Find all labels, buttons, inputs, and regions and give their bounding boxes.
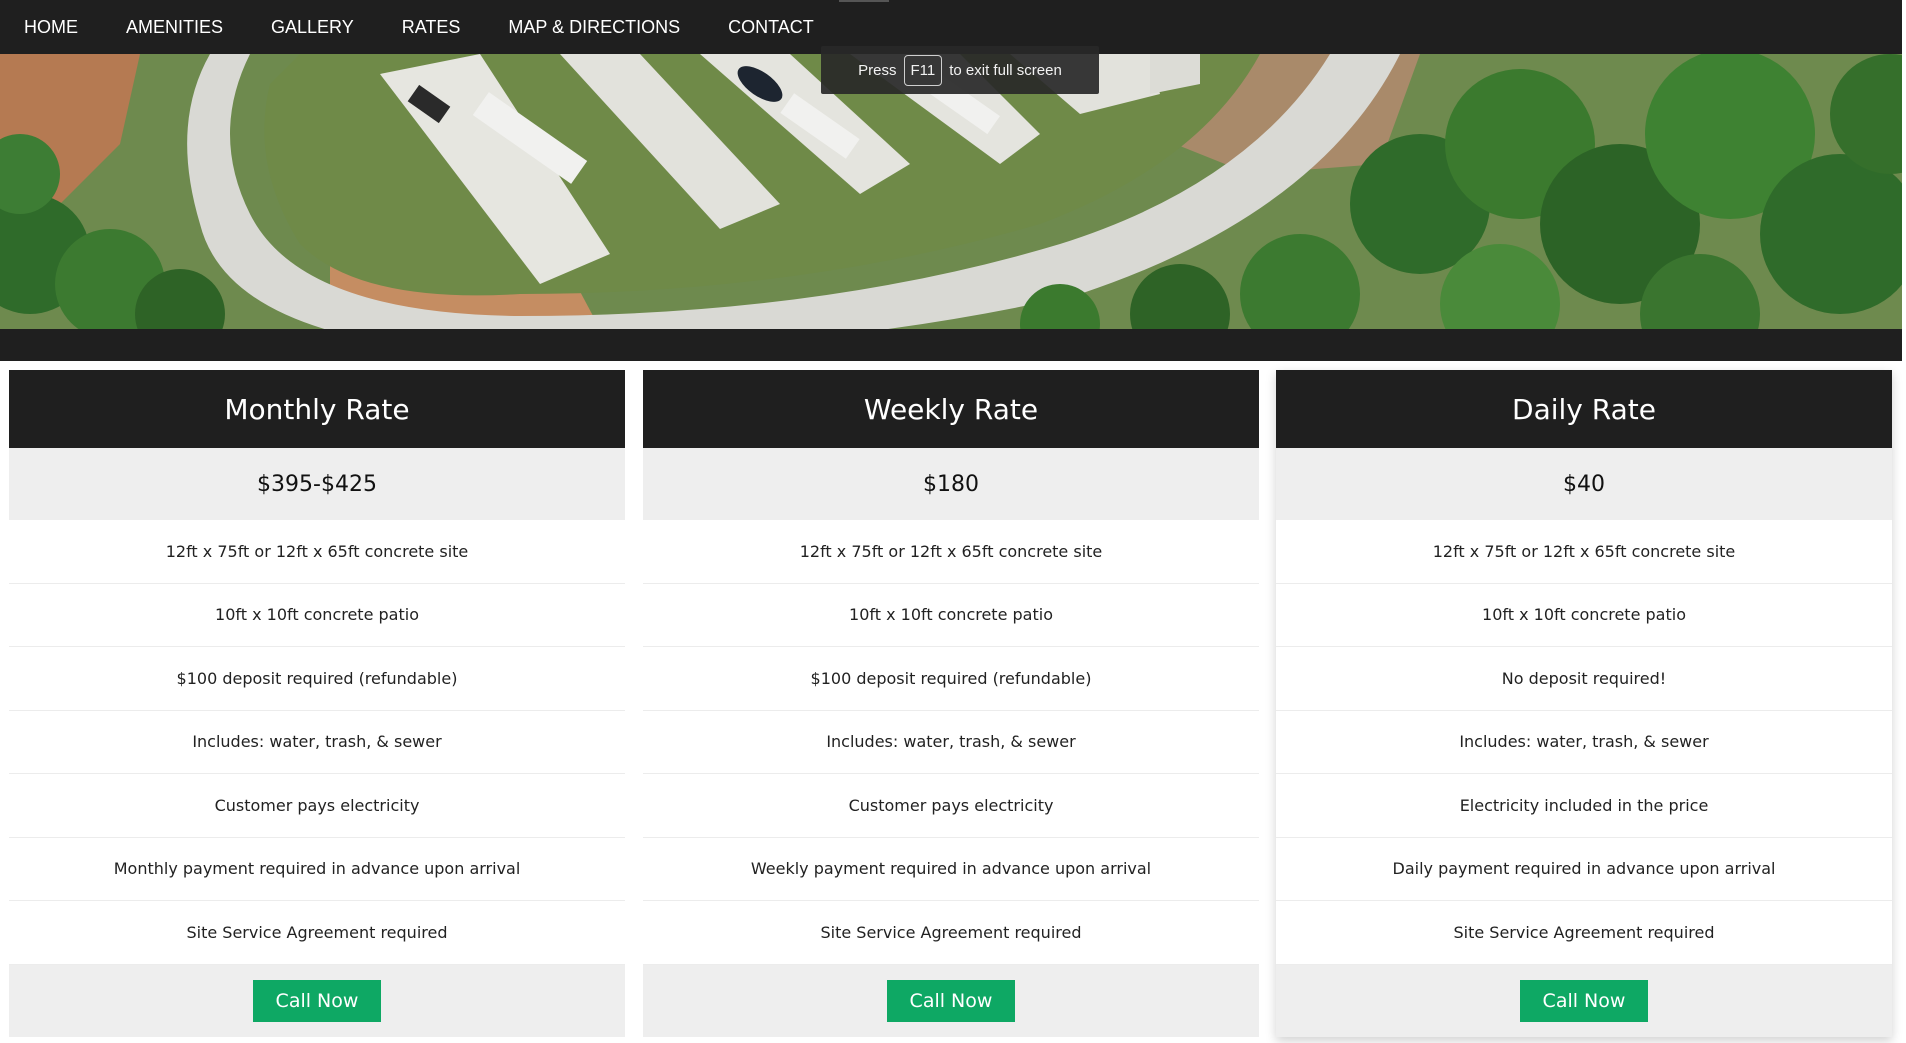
card-price: $180 (643, 448, 1259, 520)
rate-card-weekly: Weekly Rate $180 12ft x 75ft or 12ft x 6… (643, 370, 1259, 1037)
call-now-button[interactable]: Call Now (253, 979, 381, 1022)
fullscreen-notice-suffix: to exit full screen (949, 61, 1062, 79)
hero-illustration (0, 54, 1902, 329)
feature-row: Site Service Agreement required (643, 901, 1259, 965)
feature-row: Weekly payment required in advance upon … (643, 838, 1259, 901)
feature-row: Site Service Agreement required (1276, 901, 1892, 965)
feature-row: Customer pays electricity (9, 774, 625, 838)
card-footer: Call Now (9, 964, 625, 1037)
feature-row: 12ft x 75ft or 12ft x 65ft concrete site (1276, 520, 1892, 584)
feature-row: Daily payment required in advance upon a… (1276, 838, 1892, 901)
card-title: Monthly Rate (9, 370, 625, 448)
rate-card-daily: Daily Rate $40 12ft x 75ft or 12ft x 65f… (1276, 370, 1892, 1037)
feature-row: Includes: water, trash, & sewer (643, 711, 1259, 774)
card-title: Weekly Rate (643, 370, 1259, 448)
feature-row: Includes: water, trash, & sewer (1276, 711, 1892, 774)
fullscreen-notice: Press F11 to exit full screen (821, 46, 1099, 94)
hero-aerial-image (0, 54, 1902, 329)
nav-item-contact[interactable]: CONTACT (728, 17, 814, 38)
nav-item-home[interactable]: HOME (24, 17, 78, 38)
feature-row: No deposit required! (1276, 647, 1892, 711)
card-footer: Call Now (643, 964, 1259, 1037)
feature-row: $100 deposit required (refundable) (9, 647, 625, 711)
feature-row: 10ft x 10ft concrete patio (9, 584, 625, 647)
nav-item-gallery[interactable]: GALLERY (271, 17, 354, 38)
nav-item-map-directions[interactable]: MAP & DIRECTIONS (508, 17, 680, 38)
nav-scroll-marker (839, 0, 889, 2)
feature-row: Customer pays electricity (643, 774, 1259, 838)
feature-row: 10ft x 10ft concrete patio (643, 584, 1259, 647)
feature-row: 12ft x 75ft or 12ft x 65ft concrete site (9, 520, 625, 584)
page-right-edge (1902, 0, 1906, 1043)
call-now-button[interactable]: Call Now (887, 979, 1015, 1022)
feature-row: 10ft x 10ft concrete patio (1276, 584, 1892, 647)
feature-row: Includes: water, trash, & sewer (9, 711, 625, 774)
nav-item-amenities[interactable]: AMENITIES (126, 17, 223, 38)
card-title: Daily Rate (1276, 370, 1892, 448)
feature-row: Electricity included in the price (1276, 774, 1892, 838)
card-footer: Call Now (1276, 964, 1892, 1037)
feature-row: 12ft x 75ft or 12ft x 65ft concrete site (643, 520, 1259, 584)
card-price: $395-$425 (9, 448, 625, 520)
call-now-button[interactable]: Call Now (1520, 979, 1648, 1022)
card-price: $40 (1276, 448, 1892, 520)
feature-row: Site Service Agreement required (9, 901, 625, 965)
f11-key-badge: F11 (903, 54, 943, 86)
feature-row: $100 deposit required (refundable) (643, 647, 1259, 711)
nav-item-rates[interactable]: RATES (402, 17, 461, 38)
rate-card-monthly: Monthly Rate $395-$425 12ft x 75ft or 12… (9, 370, 625, 1037)
hero-bottom-band (0, 329, 1902, 361)
fullscreen-notice-prefix: Press (858, 61, 897, 79)
feature-row: Monthly payment required in advance upon… (9, 838, 625, 901)
